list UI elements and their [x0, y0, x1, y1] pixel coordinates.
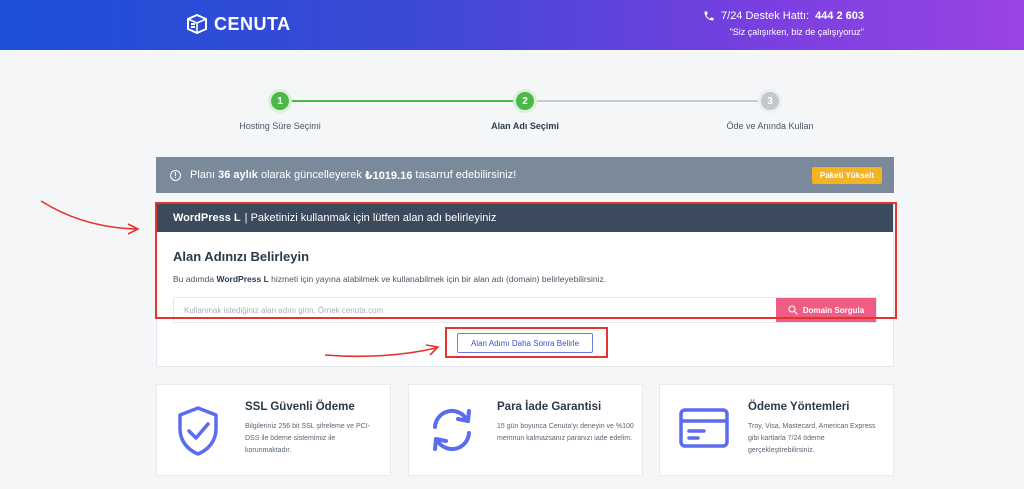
feature-payment-title: Ödeme Yöntemleri	[748, 401, 850, 413]
step-circle-3: 3	[758, 89, 782, 113]
phone-icon	[704, 11, 714, 21]
support-tagline: "Siz çalışırken, biz de çalışıyoruz"	[729, 27, 864, 37]
step-circle-1: 1	[268, 89, 292, 113]
box-logo-icon	[187, 13, 207, 35]
refresh-icon	[433, 409, 471, 451]
step-circle-2: 2	[513, 89, 537, 113]
promo-duration: 36 aylık	[218, 169, 258, 181]
info-icon: !	[170, 169, 181, 181]
domain-title: Alan Adınızı Belirleyin	[173, 249, 310, 264]
step-payment: 3 Öde ve Anında Kullan	[695, 89, 845, 131]
domain-card-header: WordPress L | Paketinizi kullanmak için …	[157, 203, 893, 232]
promo-amount: ₺1019.16	[364, 169, 413, 182]
feature-ssl-text: Bilgileriniz 256 bit SSL şifreleme ve PC…	[245, 423, 371, 454]
domain-search-row: Domain Sorgula	[173, 297, 877, 323]
domain-search-input[interactable]	[174, 298, 776, 322]
annotation-arrow-icon	[40, 200, 140, 235]
decide-domain-later-button[interactable]: Alan Adımı Daha Sonra Belirle	[457, 333, 593, 353]
feature-ssl-title: SSL Güvenli Ödeme	[245, 401, 355, 413]
feature-refund: Para İade Garantisi 15 gün boyunca Cenut…	[408, 384, 643, 476]
domain-desc-package: WordPress L	[216, 274, 269, 284]
top-header: CENUTA 7/24 Destek Hattı: 444 2 603 "Siz…	[0, 0, 1024, 50]
step-label-1: Hosting Süre Seçimi	[239, 121, 321, 131]
support-info: 7/24 Destek Hattı: 444 2 603 "Siz çalışı…	[703, 10, 864, 37]
shield-check-icon	[178, 406, 218, 456]
brand-name: CENUTA	[214, 13, 291, 34]
promo-suffix: tasarruf edebilirsiniz!	[415, 169, 517, 181]
domain-desc-suffix: hizmeti için yayına alabilmek ve kullana…	[271, 274, 607, 284]
feature-payment-text: Troy, Visa, Mastecard, American Express …	[748, 423, 876, 454]
support-number[interactable]: 444 2 603	[815, 10, 864, 22]
checkout-stepper: 1 Hosting Süre Seçimi 2 Alan Adı Seçimi …	[200, 89, 860, 139]
promo-middle: olarak güncelleyerek	[260, 169, 362, 181]
feature-payment: Ödeme Yöntemleri Troy, Visa, Mastecard, …	[659, 384, 894, 476]
step-label-3: Öde ve Anında Kullan	[726, 121, 814, 131]
search-icon	[788, 305, 798, 315]
domain-description: Bu adımda WordPress L hizmeti için yayın…	[173, 274, 877, 284]
domain-header-package: WordPress L	[173, 211, 241, 224]
domain-search-label: Domain Sorgula	[802, 305, 865, 315]
upgrade-package-button[interactable]: Paketi Yükselt	[811, 167, 882, 184]
upgrade-promo-bar: ! Planı 36 aylık olarak güncelleyerek ₺1…	[156, 157, 894, 193]
feature-refund-text: 15 gün boyunca Cenuta'yı deneyin ve %100…	[497, 423, 634, 442]
credit-card-icon	[679, 408, 729, 448]
domain-desc-prefix: Bu adımda	[173, 274, 215, 284]
step-hosting: 1 Hosting Süre Seçimi	[205, 89, 355, 131]
brand-logo[interactable]: CENUTA	[186, 13, 291, 35]
step-domain: 2 Alan Adı Seçimi	[450, 89, 600, 131]
promo-prefix: Planı	[190, 169, 216, 181]
feature-ssl: SSL Güvenli Ödeme Bilgileriniz 256 bit S…	[156, 384, 391, 476]
domain-search-button[interactable]: Domain Sorgula	[776, 298, 876, 322]
step-label-2: Alan Adı Seçimi	[491, 121, 559, 131]
feature-refund-title: Para İade Garantisi	[497, 401, 602, 413]
support-label: 7/24 Destek Hattı:	[721, 10, 810, 22]
domain-header-text: | Paketinizi kullanmak için lütfen alan …	[244, 211, 497, 224]
